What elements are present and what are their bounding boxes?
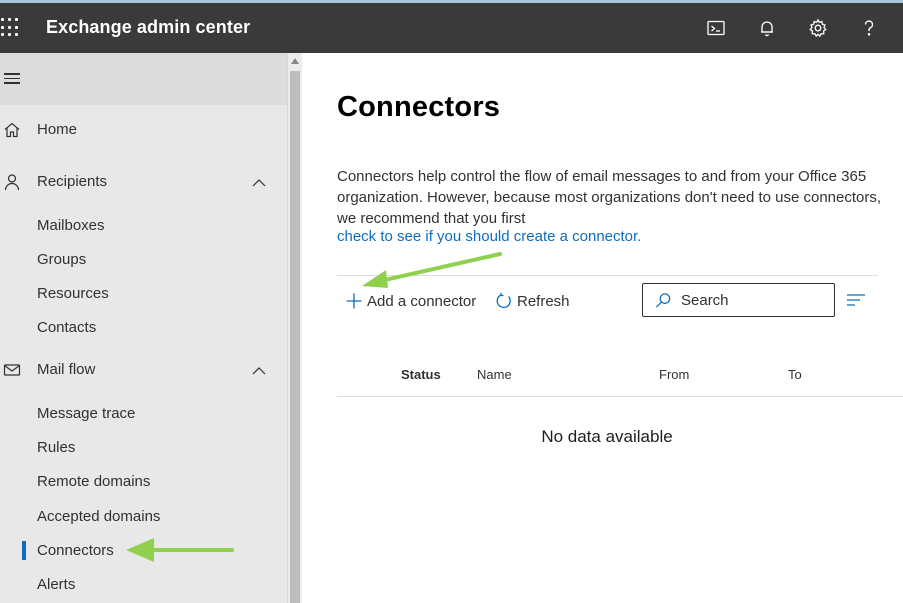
sidebar-item-label: Mail flow xyxy=(37,361,96,378)
hamburger-menu-icon[interactable] xyxy=(4,73,20,85)
search-box[interactable] xyxy=(642,283,835,317)
sidebar-item-label: Alerts xyxy=(37,576,76,593)
sidebar-item-label: Remote domains xyxy=(37,473,151,490)
sidebar-item-label: Groups xyxy=(37,251,87,268)
plus-icon xyxy=(346,293,362,309)
top-bar: Exchange admin center xyxy=(0,0,903,53)
help-icon[interactable] xyxy=(857,16,881,40)
sidebar-item-label: Message trace xyxy=(37,405,136,422)
sidebar: Home Recipients Mailboxes Groups Resourc… xyxy=(0,53,287,603)
sidebar-item-label: Mailboxes xyxy=(37,217,105,234)
sidebar-item-connectors[interactable]: Connectors xyxy=(0,537,287,565)
person-icon xyxy=(4,174,20,191)
sidebar-item-mailboxes[interactable]: Mailboxes xyxy=(0,212,287,240)
sidebar-scrollbar[interactable] xyxy=(287,53,302,603)
bell-icon[interactable] xyxy=(755,16,779,40)
sidebar-item-mail-flow[interactable]: Mail flow xyxy=(0,355,287,385)
terminal-icon[interactable] xyxy=(704,16,728,40)
sidebar-item-accepted-domains[interactable]: Accepted domains xyxy=(0,503,287,531)
search-icon xyxy=(655,293,671,308)
empty-state-message: No data available xyxy=(541,427,673,446)
filter-icon[interactable] xyxy=(846,292,866,308)
scrollbar-thumb[interactable] xyxy=(290,71,300,603)
sidebar-item-resources[interactable]: Resources xyxy=(0,280,287,308)
add-connector-label: Add a connector xyxy=(367,292,477,310)
sidebar-item-label: Home xyxy=(37,121,78,138)
app-launcher-icon[interactable] xyxy=(1,18,21,38)
sidebar-item-label: Connectors xyxy=(37,542,114,559)
sidebar-item-label: Resources xyxy=(37,285,109,302)
refresh-label: Refresh xyxy=(517,292,570,310)
chevron-up-icon[interactable] xyxy=(251,363,267,379)
refresh-button[interactable]: Refresh xyxy=(495,290,570,312)
sidebar-item-label: Recipients xyxy=(37,173,108,190)
divider xyxy=(337,275,878,276)
create-connector-help-link[interactable]: check to see if you should create a conn… xyxy=(337,228,641,245)
main-content: Connectors Connectors help control the f… xyxy=(302,53,903,603)
sidebar-item-message-trace[interactable]: Message trace xyxy=(0,400,287,428)
sidebar-item-label: Accepted domains xyxy=(37,508,161,525)
sidebar-item-alerts[interactable]: Alerts xyxy=(0,571,287,599)
mail-icon xyxy=(3,364,21,376)
table-header-divider xyxy=(337,396,903,397)
sidebar-item-recipients[interactable]: Recipients xyxy=(0,167,287,197)
column-header-name[interactable]: Name xyxy=(477,367,512,382)
sidebar-item-rules[interactable]: Rules xyxy=(0,434,287,462)
add-connector-button[interactable]: Add a connector xyxy=(345,290,476,312)
sidebar-item-remote-domains[interactable]: Remote domains xyxy=(0,468,287,496)
sidebar-item-label: Rules xyxy=(37,439,76,456)
sidebar-item-label: Contacts xyxy=(37,319,97,336)
exchange-admin-app: Exchange admin center Home Recipients Ma… xyxy=(0,0,903,603)
column-header-from[interactable]: From xyxy=(659,367,689,382)
refresh-icon xyxy=(496,293,511,309)
home-icon xyxy=(4,122,20,138)
column-header-status[interactable]: Status xyxy=(401,367,441,382)
search-input[interactable] xyxy=(681,291,821,309)
page-title: Connectors xyxy=(337,91,501,123)
sidebar-item-home[interactable]: Home xyxy=(0,115,287,145)
sidebar-header xyxy=(0,53,287,105)
scroll-up-arrow-icon[interactable] xyxy=(291,58,299,64)
sidebar-item-groups[interactable]: Groups xyxy=(0,246,287,274)
active-indicator xyxy=(22,541,26,560)
gear-icon[interactable] xyxy=(806,16,830,40)
chevron-up-icon[interactable] xyxy=(251,175,267,191)
column-header-to[interactable]: To xyxy=(788,367,802,382)
sidebar-item-contacts[interactable]: Contacts xyxy=(0,314,287,342)
app-title: Exchange admin center xyxy=(46,17,251,37)
page-description: Connectors help control the flow of emai… xyxy=(337,168,882,227)
